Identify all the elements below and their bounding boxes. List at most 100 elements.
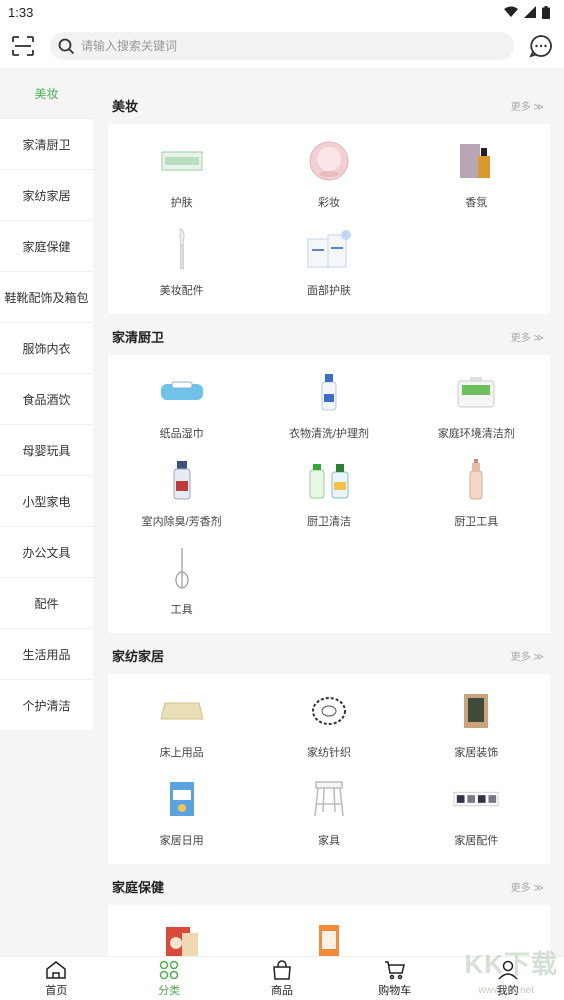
category-item[interactable]: 厨卫清洁 bbox=[255, 453, 402, 541]
nav-cart[interactable]: 购物车 bbox=[338, 957, 451, 1000]
perfume-icon bbox=[453, 138, 499, 184]
nav-home[interactable]: 首页 bbox=[0, 957, 113, 1000]
section-header: 家清厨卫 更多 ≫ bbox=[108, 317, 550, 355]
category-label: 护肤 bbox=[170, 197, 193, 209]
face-care-set-icon bbox=[306, 226, 352, 272]
chat-bubble-icon bbox=[529, 35, 552, 58]
category-item[interactable]: 床上用品 bbox=[108, 684, 255, 772]
stool-icon bbox=[306, 776, 352, 822]
category-item[interactable]: 纸品湿巾 bbox=[108, 365, 255, 453]
sidebar-item-home-textiles[interactable]: 家纺家居 bbox=[0, 170, 93, 221]
wet-wipes-icon bbox=[159, 369, 205, 415]
skincare-box-icon bbox=[159, 138, 205, 184]
kitchen-tool-icon bbox=[453, 457, 499, 503]
hooks-icon bbox=[453, 776, 499, 822]
category-item[interactable]: 家庭环境清洁剂 bbox=[403, 365, 550, 453]
section-grid: 纸品湿巾 衣物清洗/护理剂 家庭环境清洁剂 室内除臭/芳香剂 厨卫清洁 厨卫工具… bbox=[108, 355, 550, 633]
home-icon bbox=[46, 960, 67, 979]
section-title: 家纺家居 bbox=[112, 648, 165, 664]
category-item[interactable] bbox=[255, 915, 402, 956]
scan-button[interactable] bbox=[10, 33, 36, 59]
category-item[interactable] bbox=[108, 915, 255, 956]
cart-icon bbox=[384, 960, 405, 979]
sidebar-item-apparel[interactable]: 服饰内衣 bbox=[0, 323, 93, 374]
category-label: 厨卫清洁 bbox=[306, 516, 351, 528]
category-sidebar: 美妆 家清厨卫 家纺家居 家庭保健 鞋靴配饰及箱包 服饰内衣 食品酒饮 母婴玩具… bbox=[0, 68, 93, 731]
sidebar-item-food-drink[interactable]: 食品酒饮 bbox=[0, 374, 93, 425]
category-item[interactable]: 护肤 bbox=[108, 134, 255, 222]
detergent-bottle-icon bbox=[306, 369, 352, 415]
sidebar-item-small-appliances[interactable]: 小型家电 bbox=[0, 476, 93, 527]
sidebar-item-accessories[interactable]: 配件 bbox=[0, 578, 93, 629]
category-label: 厨卫工具 bbox=[454, 516, 499, 528]
more-link[interactable]: 更多 ≫ bbox=[511, 329, 544, 344]
nav-label: 购物车 bbox=[378, 984, 412, 997]
category-label: 纸品湿巾 bbox=[159, 428, 204, 440]
category-item[interactable]: 家纺针织 bbox=[255, 684, 402, 772]
category-label: 床上用品 bbox=[159, 747, 204, 759]
nav-products[interactable]: 商品 bbox=[226, 957, 339, 1000]
sidebar-item-beauty[interactable]: 美妆 bbox=[0, 68, 93, 119]
nav-category[interactable]: 分类 bbox=[113, 957, 226, 1000]
category-item[interactable]: 家居配件 bbox=[403, 772, 550, 860]
scan-icon bbox=[12, 36, 34, 56]
cleaner-tub-icon bbox=[453, 369, 499, 415]
more-link[interactable]: 更多 ≫ bbox=[511, 879, 544, 894]
category-label: 家具 bbox=[317, 835, 340, 847]
wifi-icon bbox=[504, 6, 518, 17]
message-button[interactable] bbox=[528, 33, 554, 59]
section-home-textiles: 家纺家居 更多 ≫ 床上用品 家纺针织 家居装饰 家居日用 家具 家居配件 bbox=[108, 636, 550, 864]
category-label: 室内除臭/芳香剂 bbox=[141, 516, 222, 528]
sidebar-item-shoes-bags[interactable]: 鞋靴配饰及箱包 bbox=[0, 272, 93, 323]
status-time: 1:33 bbox=[8, 4, 34, 20]
search-box[interactable] bbox=[50, 32, 514, 60]
category-label: 美妆配件 bbox=[159, 285, 204, 297]
section-header: 家庭保健 更多 ≫ bbox=[108, 867, 550, 905]
category-label: 家庭环境清洁剂 bbox=[437, 428, 515, 440]
search-input[interactable] bbox=[81, 39, 481, 53]
signal-icon bbox=[524, 6, 536, 18]
sidebar-item-personal-care[interactable]: 个护清洁 bbox=[0, 680, 93, 731]
section-header: 美妆 更多 ≫ bbox=[108, 86, 550, 124]
sidebar-item-home-cleaning[interactable]: 家清厨卫 bbox=[0, 119, 93, 170]
category-label: 彩妆 bbox=[317, 197, 340, 209]
category-icon bbox=[159, 960, 179, 979]
section-title: 家庭保健 bbox=[112, 879, 165, 895]
category-label: 家居配件 bbox=[454, 835, 499, 847]
category-item[interactable]: 家具 bbox=[255, 772, 402, 860]
sidebar-item-office[interactable]: 办公文具 bbox=[0, 527, 93, 578]
category-item[interactable]: 美妆配件 bbox=[108, 222, 255, 310]
scarf-icon bbox=[306, 688, 352, 734]
category-item[interactable]: 工具 bbox=[108, 541, 255, 629]
section-header: 家纺家居 更多 ≫ bbox=[108, 636, 550, 674]
air-freshener-icon bbox=[159, 457, 205, 503]
category-label: 香氛 bbox=[465, 197, 488, 209]
category-item[interactable]: 家居装饰 bbox=[403, 684, 550, 772]
category-item[interactable]: 室内除臭/芳香剂 bbox=[108, 453, 255, 541]
section-health: 家庭保健 更多 ≫ bbox=[108, 867, 550, 956]
nav-label: 首页 bbox=[45, 984, 68, 997]
category-item[interactable]: 彩妆 bbox=[255, 134, 402, 222]
section-home-cleaning: 家清厨卫 更多 ≫ 纸品湿巾 衣物清洗/护理剂 家庭环境清洁剂 室内除臭/芳香剂… bbox=[108, 317, 550, 633]
category-item[interactable]: 家居日用 bbox=[108, 772, 255, 860]
category-label: 面部护肤 bbox=[306, 285, 351, 297]
category-item[interactable]: 厨卫工具 bbox=[403, 453, 550, 541]
sidebar-item-baby-toys[interactable]: 母婴玩具 bbox=[0, 425, 93, 476]
daily-goods-icon bbox=[159, 776, 205, 822]
health-pack-icon bbox=[306, 919, 352, 956]
watermark-url: www.kkx.net bbox=[478, 985, 534, 996]
category-item[interactable]: 香氛 bbox=[403, 134, 550, 222]
section-grid: 护肤 彩妆 香氛 美妆配件 面部护肤 bbox=[108, 124, 550, 314]
more-link[interactable]: 更多 ≫ bbox=[511, 648, 544, 663]
category-item[interactable]: 面部护肤 bbox=[255, 222, 402, 310]
whisk-icon bbox=[159, 545, 205, 591]
category-label: 家居日用 bbox=[159, 835, 204, 847]
sidebar-item-daily-goods[interactable]: 生活用品 bbox=[0, 629, 93, 680]
sidebar-item-health[interactable]: 家庭保健 bbox=[0, 221, 93, 272]
more-link[interactable]: 更多 ≫ bbox=[511, 98, 544, 113]
status-icons bbox=[504, 5, 550, 19]
frame-decor-icon bbox=[453, 688, 499, 734]
nav-label: 分类 bbox=[158, 984, 181, 997]
category-item[interactable]: 衣物清洗/护理剂 bbox=[255, 365, 402, 453]
category-content: 美妆 更多 ≫ 护肤 彩妆 香氛 美妆配件 面部护肤 家清厨卫 更多 ≫ 纸品湿… bbox=[93, 68, 564, 956]
